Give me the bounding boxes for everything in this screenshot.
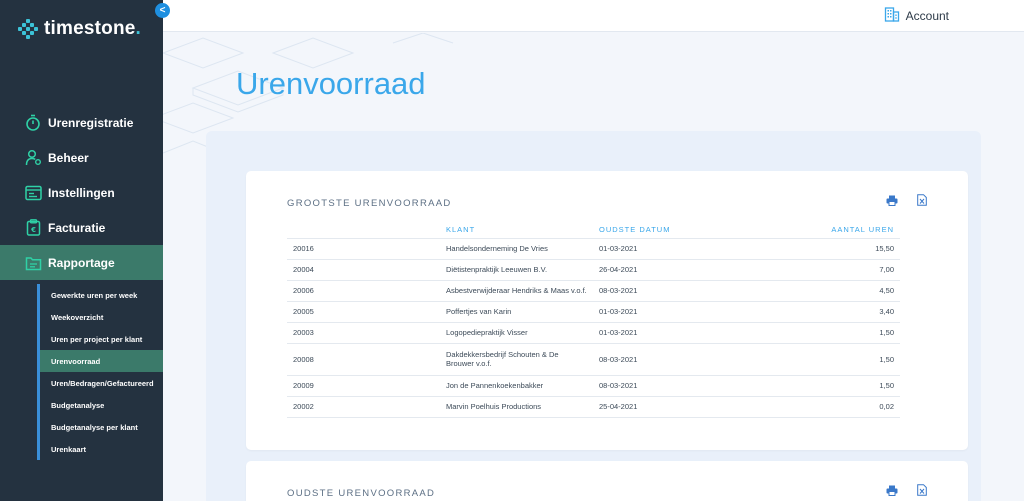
subnav-item-budgetanalyse[interactable]: Budgetanalyse bbox=[40, 394, 163, 416]
table-row: 20004 Diëtistenpraktijk Leeuwen B.V. 26-… bbox=[287, 259, 900, 281]
account-label: Account bbox=[905, 8, 949, 23]
main-content: Urenvoorraad GROOTSTE URENVOORRAAD KLANT… bbox=[163, 33, 1024, 501]
svg-text:€: € bbox=[30, 226, 36, 234]
cell-code: 20005 bbox=[287, 301, 440, 323]
sidebar: timestone. Urenregistratie Beheer Instel… bbox=[0, 0, 163, 501]
card-actions bbox=[886, 194, 928, 206]
column-header-code bbox=[287, 221, 440, 239]
nav-item-facturatie[interactable]: € Facturatie bbox=[0, 210, 163, 245]
cell-code: 20008 bbox=[287, 343, 440, 376]
subnav-item-weekoverzicht[interactable]: Weekoverzicht bbox=[40, 306, 163, 328]
invoice-clipboard-icon: € bbox=[24, 219, 42, 237]
cell-hours: 0,02 bbox=[743, 396, 900, 418]
table-row: 20006 Asbestverwijderaar Hendriks & Maas… bbox=[287, 280, 900, 302]
card-actions bbox=[886, 484, 928, 496]
subnav-item-gewerkte-uren-per-week[interactable]: Gewerkte uren per week bbox=[40, 284, 163, 306]
cell-code: 20009 bbox=[287, 375, 440, 397]
cell-hours: 1,50 bbox=[743, 322, 900, 344]
table-header-row: KLANT OUDSTE DATUM AANTAL UREN bbox=[287, 221, 900, 239]
cell-code: 20003 bbox=[287, 322, 440, 344]
cell-klant: Marvin Poelhuis Productions bbox=[440, 396, 593, 418]
page-title: Urenvoorraad bbox=[236, 66, 426, 101]
hours-stock-table: KLANT OUDSTE DATUM AANTAL UREN 20016 Han… bbox=[287, 221, 900, 418]
report-subnav: Gewerkte uren per week Weekoverzicht Ure… bbox=[37, 284, 163, 460]
main-nav: Urenregistratie Beheer Instellingen € Fa… bbox=[0, 105, 163, 280]
logo[interactable]: timestone. bbox=[18, 18, 141, 40]
table-row: 20016 Handelsonderneming De Vries 01-03-… bbox=[287, 238, 900, 260]
nav-item-label: Beheer bbox=[48, 150, 89, 165]
column-header-aantal-uren[interactable]: AANTAL UREN bbox=[743, 221, 900, 239]
column-header-klant[interactable]: KLANT bbox=[440, 221, 593, 239]
print-icon[interactable] bbox=[886, 194, 898, 206]
cell-klant: Handelsonderneming De Vries bbox=[440, 238, 593, 260]
cell-klant: Asbestverwijderaar Hendriks & Maas v.o.f… bbox=[440, 280, 593, 302]
cell-hours: 3,40 bbox=[743, 301, 900, 323]
card-title: OUDSTE URENVOORRAAD bbox=[287, 488, 436, 499]
sidebar-collapse-button[interactable]: < bbox=[155, 3, 170, 18]
cell-hours: 1,50 bbox=[743, 375, 900, 397]
cell-date: 08-03-2021 bbox=[593, 343, 743, 376]
cell-klant: Dakdekkersbedrijf Schouten & De Brouwer … bbox=[440, 343, 593, 376]
cell-date: 01-03-2021 bbox=[593, 238, 743, 260]
stopwatch-icon bbox=[24, 114, 42, 132]
nav-item-label: Urenregistratie bbox=[48, 115, 134, 130]
excel-export-icon[interactable] bbox=[916, 484, 928, 496]
print-icon[interactable] bbox=[886, 484, 898, 496]
cell-date: 01-03-2021 bbox=[593, 301, 743, 323]
user-gear-icon bbox=[24, 149, 42, 167]
subnav-item-budgetanalyse-per-klant[interactable]: Budgetanalyse per klant bbox=[40, 416, 163, 438]
building-icon bbox=[884, 6, 900, 25]
cell-klant: Logopediepraktijk Visser bbox=[440, 322, 593, 344]
table-row: 20005 Poffertjes van Karin 01-03-2021 3,… bbox=[287, 301, 900, 323]
subnav-item-uren-bedragen-gefactureerd[interactable]: Uren/Bedragen/Gefactureerd bbox=[40, 372, 163, 394]
cell-code: 20002 bbox=[287, 396, 440, 418]
cell-klant: Jon de Pannenkoekenbakker bbox=[440, 375, 593, 397]
cell-klant: Poffertjes van Karin bbox=[440, 301, 593, 323]
cell-hours: 7,00 bbox=[743, 259, 900, 281]
subnav-item-urenkaart[interactable]: Urenkaart bbox=[40, 438, 163, 460]
table-row: 20003 Logopediepraktijk Visser 01-03-202… bbox=[287, 322, 900, 344]
excel-export-icon[interactable] bbox=[916, 194, 928, 206]
cell-date: 25-04-2021 bbox=[593, 396, 743, 418]
account-menu[interactable]: Account bbox=[884, 6, 949, 25]
nav-item-beheer[interactable]: Beheer bbox=[0, 140, 163, 175]
logo-text: timestone. bbox=[44, 18, 142, 39]
cell-code: 20004 bbox=[287, 259, 440, 281]
logo-mark-icon bbox=[18, 19, 38, 39]
largest-hours-stock-card: GROOTSTE URENVOORRAAD KLANT OUDSTE DATUM… bbox=[246, 171, 968, 450]
cell-date: 01-03-2021 bbox=[593, 322, 743, 344]
table-row: 20008 Dakdekkersbedrijf Schouten & De Br… bbox=[287, 343, 900, 376]
subnav-item-uren-per-project-per-klant[interactable]: Uren per project per klant bbox=[40, 328, 163, 350]
cell-hours: 1,50 bbox=[743, 343, 900, 376]
settings-window-icon bbox=[24, 184, 42, 202]
nav-item-instellingen[interactable]: Instellingen bbox=[0, 175, 163, 210]
table-row: 20009 Jon de Pannenkoekenbakker 08-03-20… bbox=[287, 375, 900, 397]
column-header-oudste-datum[interactable]: OUDSTE DATUM bbox=[593, 221, 743, 239]
cell-code: 20016 bbox=[287, 238, 440, 260]
nav-item-rapportage[interactable]: Rapportage bbox=[0, 245, 163, 280]
cell-hours: 15,50 bbox=[743, 238, 900, 260]
nav-item-label: Instellingen bbox=[48, 185, 115, 200]
cell-date: 08-03-2021 bbox=[593, 375, 743, 397]
report-folder-icon bbox=[24, 254, 42, 272]
cell-code: 20006 bbox=[287, 280, 440, 302]
nav-item-label: Facturatie bbox=[48, 220, 106, 235]
cell-date: 26-04-2021 bbox=[593, 259, 743, 281]
cell-date: 08-03-2021 bbox=[593, 280, 743, 302]
cell-klant: Diëtistenpraktijk Leeuwen B.V. bbox=[440, 259, 593, 281]
cell-hours: 4,50 bbox=[743, 280, 900, 302]
card-title: GROOTSTE URENVOORRAAD bbox=[287, 198, 452, 209]
table-row: 20002 Marvin Poelhuis Productions 25-04-… bbox=[287, 396, 900, 418]
oldest-hours-stock-card: OUDSTE URENVOORRAAD bbox=[246, 461, 968, 501]
subnav-item-urenvoorraad[interactable]: Urenvoorraad bbox=[40, 350, 163, 372]
topbar: Account bbox=[163, 0, 1024, 32]
nav-item-label: Rapportage bbox=[48, 255, 115, 270]
nav-item-urenregistratie[interactable]: Urenregistratie bbox=[0, 105, 163, 140]
